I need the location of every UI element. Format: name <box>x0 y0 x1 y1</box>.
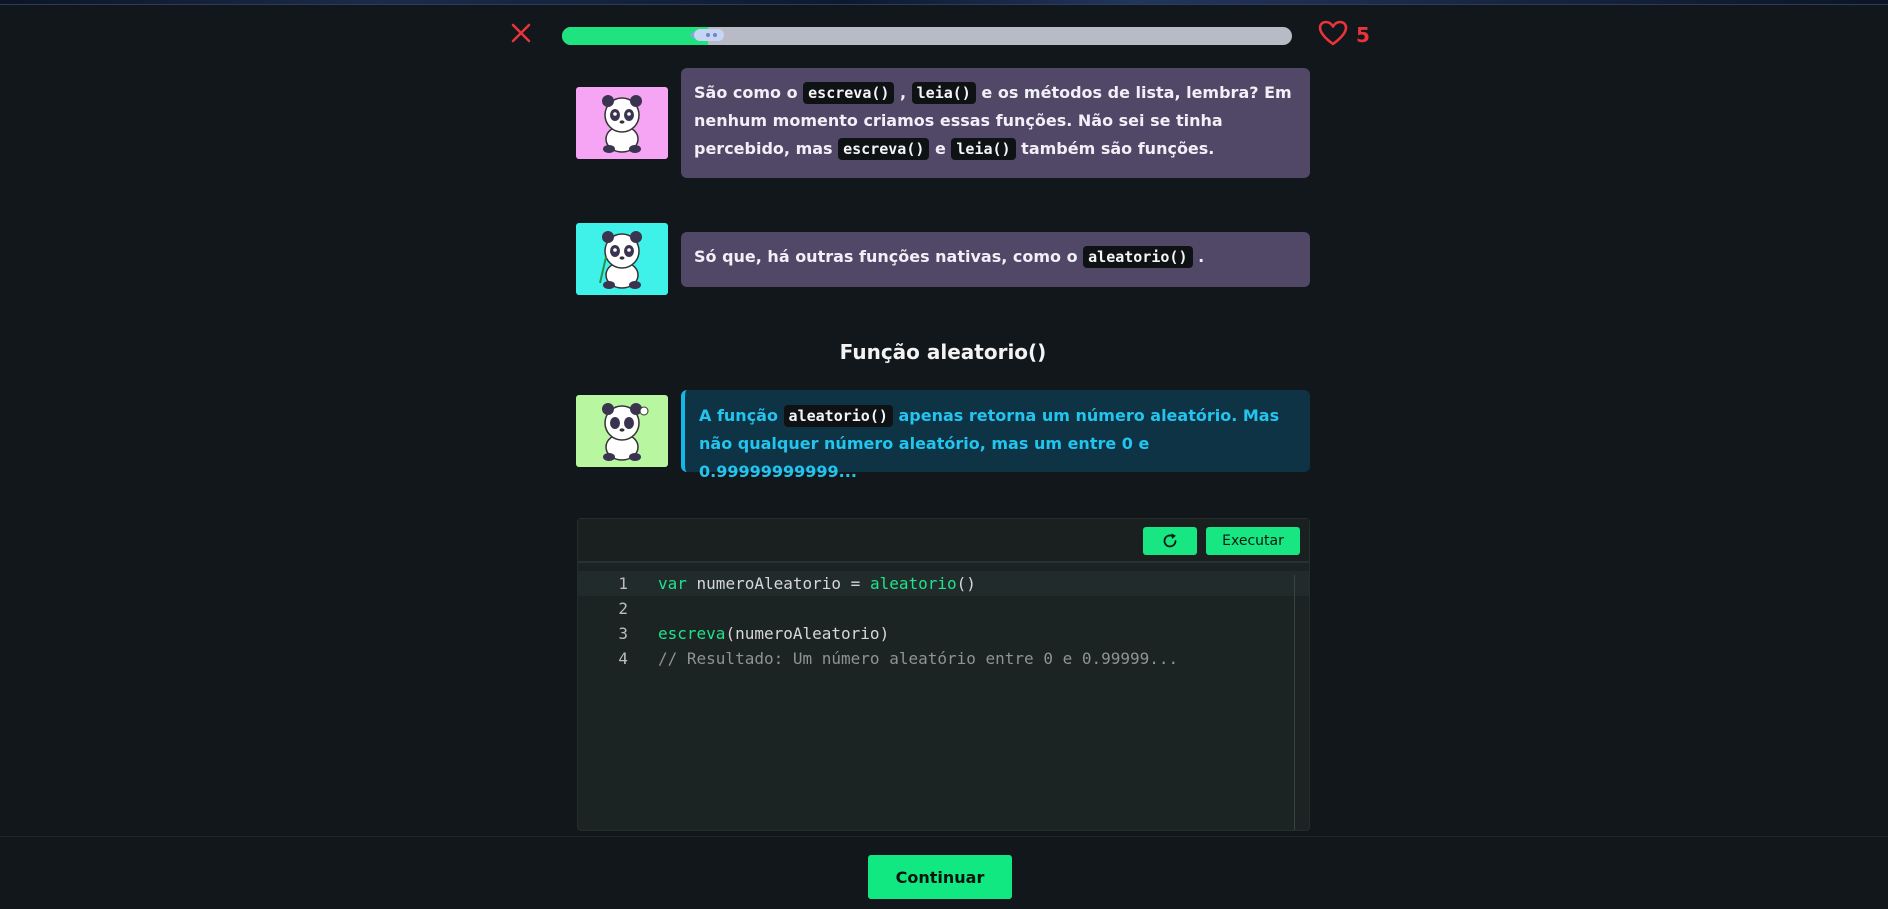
code-token: escreva <box>658 624 726 643</box>
lesson-progress-bar <box>562 27 1292 45</box>
panda-icon <box>602 403 649 461</box>
code-line[interactable]: 3 escreva(numeroAleatorio) <box>578 621 1309 646</box>
code-line[interactable]: 1 var numeroAleatorio = aleatorio() <box>578 571 1309 596</box>
line-number: 2 <box>618 599 628 618</box>
code-token: () <box>956 574 976 593</box>
bubble-text: e <box>929 139 952 158</box>
run-button[interactable]: Executar <box>1206 527 1300 555</box>
panda-icon <box>602 95 642 153</box>
code-editor[interactable]: Executar 1 var numeroAleatorio = aleatori… <box>577 518 1310 831</box>
panda-avatar <box>576 395 668 467</box>
heart-icon <box>1318 20 1348 50</box>
editor-toolbar: Executar <box>578 519 1309 563</box>
section-title: Função aleatorio() <box>839 340 1047 364</box>
top-banner-strip <box>0 0 1888 5</box>
chat-message: São como o escreva() , leia() e os métod… <box>576 68 1310 178</box>
reset-button[interactable] <box>1143 527 1197 555</box>
code-line[interactable]: 2 <box>578 596 1309 621</box>
code-text: // Resultado: Um número aleatório entre … <box>658 649 1178 668</box>
code-token: (numeroAleatorio) <box>725 624 890 643</box>
code-text: escreva(numeroAleatorio) <box>658 624 889 643</box>
code-token: // Resultado: Um número aleatório entre … <box>658 649 1179 668</box>
chat-message: Só que, há outras funções nativas, como … <box>576 223 1310 295</box>
bubble-text: A função <box>699 406 784 425</box>
code-line[interactable]: 4 // Resultado: Um número aleatório entre… <box>578 646 1309 671</box>
progress-fill <box>562 27 708 45</box>
editor-scrollbar[interactable] <box>1294 575 1295 830</box>
code-text: var numeroAleatorio = aleatorio() <box>658 574 976 593</box>
chat-bubble: Só que, há outras funções nativas, como … <box>681 232 1310 287</box>
info-message: A função aleatorio() apenas retorna um n… <box>576 390 1310 481</box>
chat-bubble: São como o escreva() , leia() e os métod… <box>681 68 1310 178</box>
bubble-text: . <box>1192 247 1205 266</box>
inline-code: aleatorio() <box>783 405 893 427</box>
continue-button[interactable]: Continuar <box>868 855 1012 899</box>
code-token: aleatorio <box>869 574 957 593</box>
lives-counter: 5 <box>1318 20 1370 50</box>
lives-count: 5 <box>1356 23 1370 47</box>
panda-avatar <box>576 87 668 159</box>
bubble-text: também são funções. <box>1015 139 1215 158</box>
bubble-text: , <box>894 83 912 102</box>
inline-code: leia() <box>911 82 976 104</box>
close-icon[interactable] <box>508 20 534 46</box>
info-bubble: A função aleatorio() apenas retorna um n… <box>681 390 1310 481</box>
code-area[interactable]: 1 var numeroAleatorio = aleatorio() 2 3 escr… <box>578 563 1309 671</box>
bubble-text: Só que, há outras funções nativas, como … <box>694 247 1084 266</box>
code-token: numeroAleatorio = <box>686 574 870 593</box>
bubble-text: São como o <box>694 83 804 102</box>
line-number: 4 <box>618 649 628 668</box>
line-number: 1 <box>618 574 628 593</box>
inline-code: leia() <box>951 138 1016 160</box>
code-token: var <box>658 574 687 593</box>
rocket-icon <box>690 26 726 44</box>
inline-code: escreva() <box>803 82 895 104</box>
line-number: 3 <box>618 624 628 643</box>
inline-code: escreva() <box>838 138 930 160</box>
footer-bar: Continuar <box>0 836 1888 909</box>
inline-code: aleatorio() <box>1083 246 1193 268</box>
panda-avatar <box>576 223 668 295</box>
panda-icon <box>599 231 642 289</box>
refresh-icon <box>1163 533 1177 548</box>
